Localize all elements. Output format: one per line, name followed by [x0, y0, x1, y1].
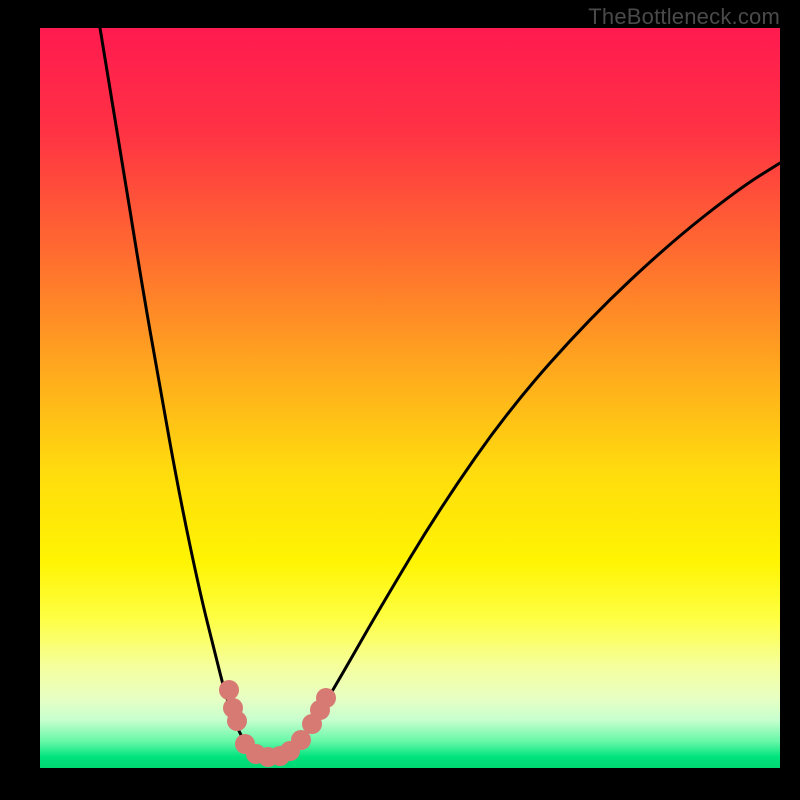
bottleneck-curve [40, 28, 780, 768]
data-point-marker [227, 711, 247, 731]
watermark-text: TheBottleneck.com [588, 4, 780, 30]
data-point-marker [219, 680, 239, 700]
data-point-markers [219, 680, 336, 767]
data-point-marker [316, 688, 336, 708]
plot-area [40, 28, 780, 768]
v-curve-line [100, 28, 780, 757]
chart-frame: TheBottleneck.com [0, 0, 800, 800]
